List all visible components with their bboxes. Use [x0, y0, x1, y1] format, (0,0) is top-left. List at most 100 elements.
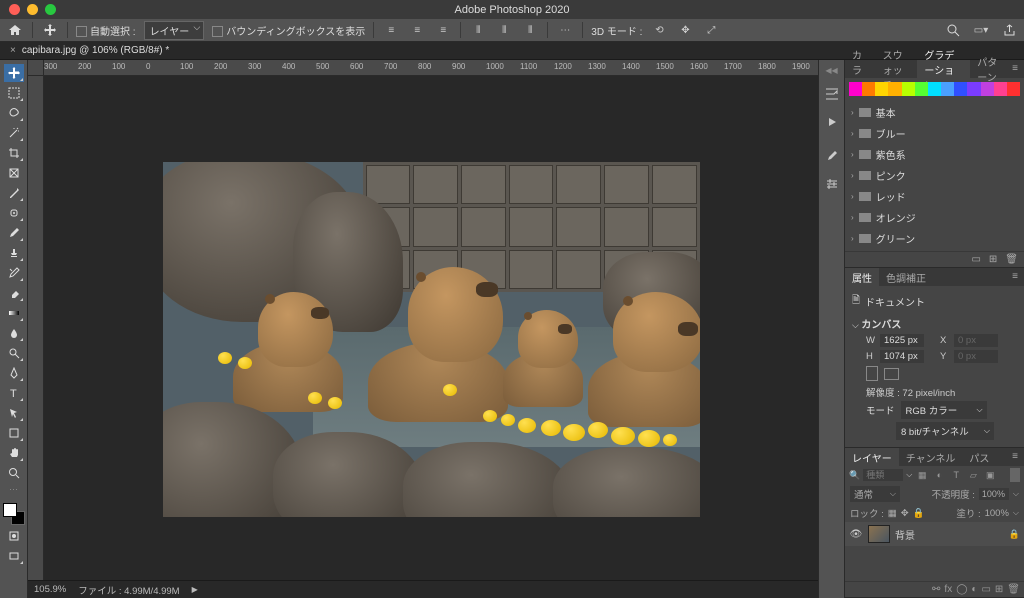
brush-tool[interactable] [4, 224, 24, 242]
folder-icon[interactable]: ▭ [971, 254, 980, 265]
color-swatches[interactable] [3, 503, 25, 525]
move-tool-icon[interactable] [41, 21, 59, 39]
hand-tool[interactable] [4, 444, 24, 462]
tab-properties[interactable]: 属性 [845, 268, 879, 286]
visibility-icon[interactable]: 👁 [849, 529, 863, 540]
zoom-level[interactable]: 105.9% [34, 584, 66, 595]
gradient-folder[interactable]: ›基本 [845, 102, 1024, 123]
close-window[interactable] [9, 4, 20, 15]
filter-type-icon[interactable]: T [949, 468, 963, 482]
lock-all-icon[interactable]: 🔒 [913, 508, 925, 519]
workspace-icon[interactable]: ▭▾ [972, 21, 990, 39]
pan-icon[interactable]: ✥ [676, 21, 694, 39]
zoom-tool[interactable] [4, 464, 24, 482]
gradient-folder[interactable]: ›紫色系 [845, 144, 1024, 165]
type-tool[interactable]: T [4, 384, 24, 402]
stamp-tool[interactable] [4, 244, 24, 262]
layer-row[interactable]: 👁 背景 🔒 [845, 522, 1024, 546]
fill-field[interactable]: 100% [985, 508, 1009, 519]
healing-tool[interactable] [4, 204, 24, 222]
path-select-tool[interactable] [4, 404, 24, 422]
landscape-icon[interactable] [884, 368, 899, 380]
dolly-icon[interactable]: ⤢ [702, 21, 720, 39]
dodge-tool[interactable] [4, 344, 24, 362]
tab-channels[interactable]: チャンネル [899, 448, 963, 466]
align-left-icon[interactable]: ≡ [382, 21, 400, 39]
new-icon[interactable]: ⊞ [989, 254, 997, 265]
filter-pixel-icon[interactable]: ▦ [915, 468, 929, 482]
ruler-vertical[interactable] [28, 76, 44, 580]
bbox-checkbox[interactable]: バウンディングボックスを表示 [212, 23, 365, 38]
history-panel-icon[interactable] [823, 85, 841, 103]
bit-depth-dropdown[interactable]: 8 bit/チャンネル [896, 422, 994, 440]
document-canvas[interactable] [163, 162, 700, 517]
frame-tool[interactable] [4, 164, 24, 182]
gradient-folder[interactable]: ›ピンク [845, 165, 1024, 186]
quickmask-tool[interactable] [4, 527, 24, 545]
screenmode-tool[interactable] [4, 547, 24, 565]
filter-smart-icon[interactable]: ▣ [983, 468, 997, 482]
filter-toggle[interactable] [1010, 468, 1020, 482]
new-layer-icon[interactable]: ⊞ [995, 584, 1003, 595]
file-size[interactable]: ファイル : 4.99M/4.99M [78, 583, 179, 597]
filter-shape-icon[interactable]: ▱ [966, 468, 980, 482]
layer-thumbnail[interactable] [868, 525, 890, 543]
shape-tool[interactable] [4, 424, 24, 442]
gradient-tool[interactable] [4, 304, 24, 322]
gradient-folder[interactable]: ›グリーン [845, 228, 1024, 249]
document-tab[interactable]: × capibara.jpg @ 106% (RGB/8#) * [0, 43, 179, 58]
portrait-icon[interactable] [866, 366, 878, 381]
tab-adjustments[interactable]: 色調補正 [879, 268, 933, 286]
tab-layers[interactable]: レイヤー [845, 448, 899, 466]
blur-tool[interactable] [4, 324, 24, 342]
gradient-folder[interactable]: ›ブルー [845, 123, 1024, 144]
orbit-icon[interactable]: ⟲ [650, 21, 668, 39]
history-brush-tool[interactable] [4, 264, 24, 282]
trash-icon[interactable]: 🗑 [1005, 254, 1018, 265]
filter-adjust-icon[interactable]: ◐ [932, 468, 946, 482]
home-icon[interactable] [6, 21, 24, 39]
delete-icon[interactable]: 🗑 [1007, 584, 1020, 595]
auto-select-checkbox[interactable]: 自動選択 : [76, 23, 136, 38]
group-icon[interactable]: ▭ [981, 584, 990, 595]
color-mode-dropdown[interactable]: RGB カラー [901, 401, 987, 419]
tab-gradients[interactable]: グラデーション [917, 60, 970, 78]
tab-color[interactable]: カラー [845, 60, 876, 78]
actions-panel-icon[interactable] [823, 113, 841, 131]
crop-tool[interactable] [4, 144, 24, 162]
distribute-icon[interactable]: ⫴ [521, 21, 539, 39]
panel-menu-icon[interactable]: ≡ [1006, 60, 1024, 78]
distribute-icon[interactable]: ⫴ [495, 21, 513, 39]
blend-mode-dropdown[interactable]: 通常 [850, 486, 900, 502]
eraser-tool[interactable] [4, 284, 24, 302]
align-right-icon[interactable]: ≡ [434, 21, 452, 39]
gradient-folder[interactable]: ›レッド [845, 186, 1024, 207]
width-field[interactable]: 1625 px [880, 334, 924, 347]
search-icon[interactable] [944, 21, 962, 39]
pen-tool[interactable] [4, 364, 24, 382]
lock-pixels-icon[interactable]: ▦ [888, 508, 897, 519]
align-center-icon[interactable]: ≡ [408, 21, 426, 39]
height-field[interactable]: 1074 px [880, 350, 924, 363]
opacity-field[interactable]: 100% [979, 488, 1009, 500]
fx-icon[interactable]: fx [944, 584, 952, 595]
tab-patterns[interactable]: パターン [970, 60, 1006, 78]
mask-icon[interactable]: ◯ [956, 584, 967, 595]
layer-filter-input[interactable] [863, 469, 903, 481]
adjustment-icon[interactable]: ◐ [971, 584, 977, 595]
lasso-tool[interactable] [4, 104, 24, 122]
lock-icon[interactable]: 🔒 [1009, 529, 1020, 540]
lock-position-icon[interactable]: ✥ [901, 508, 909, 519]
brush-panel-icon[interactable] [823, 147, 841, 165]
gradient-preset-bar[interactable] [849, 82, 1020, 96]
panel-menu-icon[interactable]: ≡ [1006, 448, 1024, 466]
move-tool[interactable] [4, 64, 24, 82]
target-dropdown[interactable]: レイヤー [144, 21, 205, 40]
marquee-tool[interactable] [4, 84, 24, 102]
tab-paths[interactable]: パス [962, 448, 996, 466]
maximize-window[interactable] [45, 4, 56, 15]
adjustments-panel-icon[interactable] [823, 175, 841, 193]
ruler-horizontal[interactable]: 3002001000100200300400500600700800900100… [28, 60, 818, 76]
share-icon[interactable] [1000, 21, 1018, 39]
panel-menu-icon[interactable]: ≡ [1006, 268, 1024, 286]
